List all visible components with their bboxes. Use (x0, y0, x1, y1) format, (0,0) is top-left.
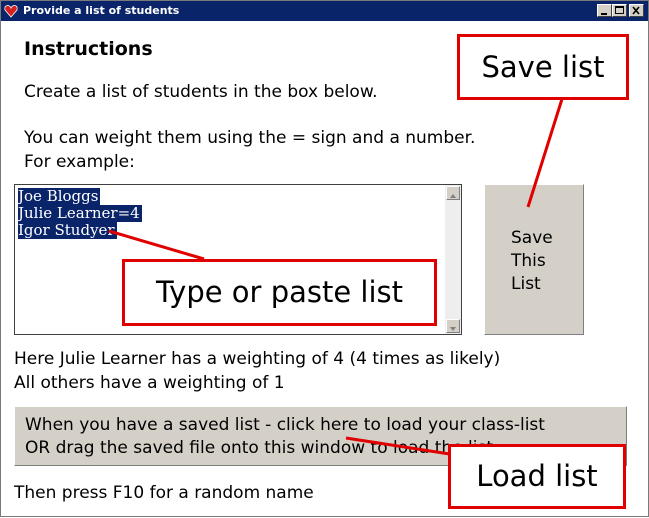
app-window: Provide a list of students Instructions … (0, 0, 649, 517)
save-list-callout: Save list (457, 34, 629, 100)
type-list-callout: Type or paste list (122, 259, 437, 326)
load-list-callout: Load list (448, 444, 626, 509)
